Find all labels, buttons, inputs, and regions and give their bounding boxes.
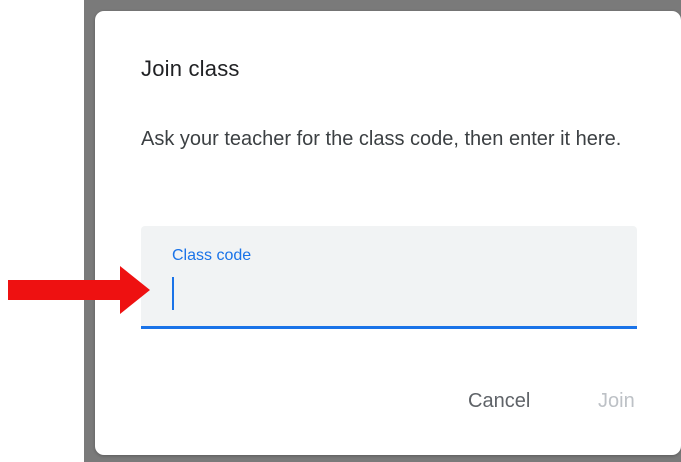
class-code-field[interactable]: Class code xyxy=(141,226,637,329)
class-code-label: Class code xyxy=(172,247,252,264)
dialog-instructions: Ask your teacher for the class code, the… xyxy=(141,128,622,150)
class-code-input[interactable] xyxy=(170,274,610,312)
arrow-shape xyxy=(8,266,150,314)
join-button[interactable]: Join xyxy=(590,386,643,417)
screenshot-stage: Join class Ask your teacher for the clas… xyxy=(0,0,681,462)
dialog-title: Join class xyxy=(141,56,240,81)
red-arrow-icon xyxy=(8,266,150,314)
text-cursor xyxy=(172,277,174,310)
join-class-dialog: Join class Ask your teacher for the clas… xyxy=(95,11,681,455)
cancel-button[interactable]: Cancel xyxy=(460,386,538,417)
